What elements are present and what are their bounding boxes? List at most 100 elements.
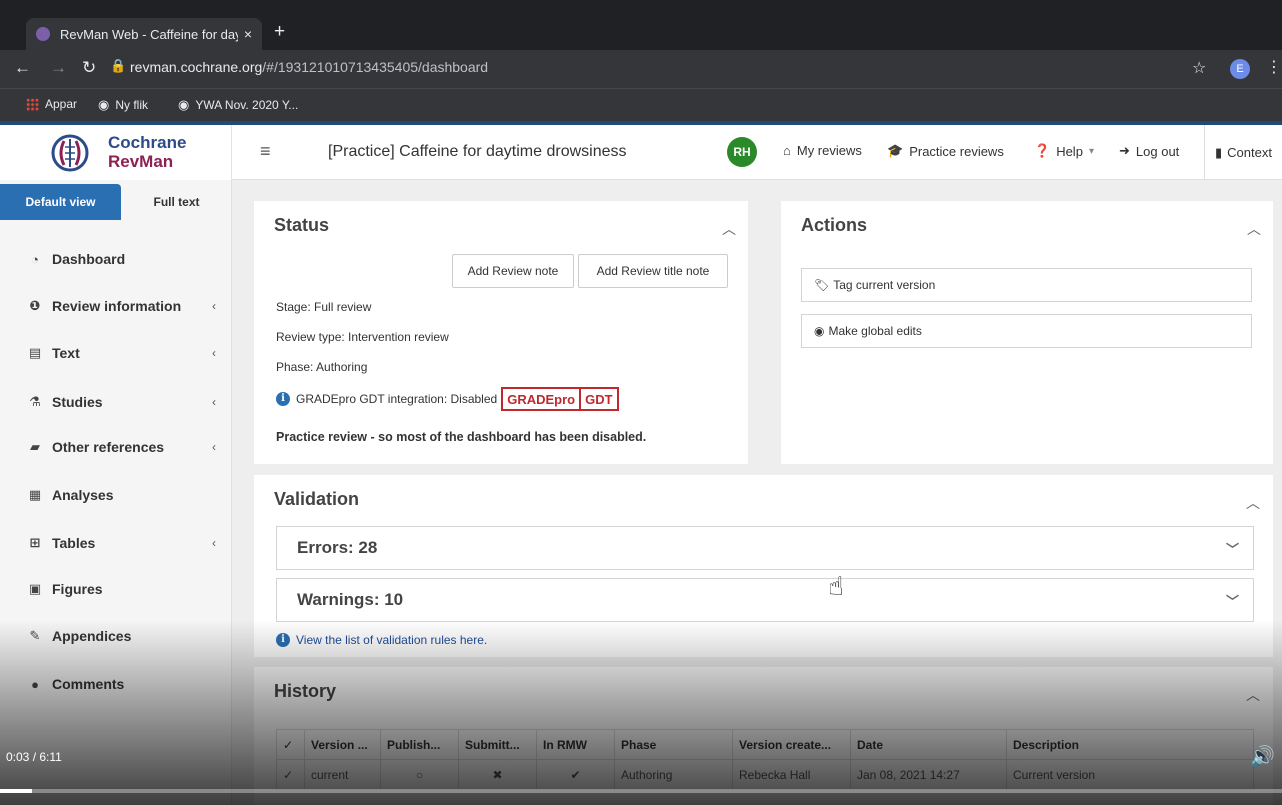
tab-full-text[interactable]: Full text (121, 184, 232, 220)
warnings-accordion[interactable]: Warnings: 10 ﹀ (276, 578, 1254, 622)
revman-favicon-icon (36, 27, 50, 41)
table-cell: Rebecka Hall (732, 759, 851, 790)
lock-icon: 🔒 (110, 58, 127, 73)
video-progress-bar[interactable] (0, 789, 1282, 793)
browser-chrome: RevMan Web - Caffeine for day × + ← → ↻ … (0, 0, 1282, 121)
sidebar-item-label: Comments (52, 676, 125, 692)
add-review-title-note-button[interactable]: Add Review title note (578, 254, 728, 288)
gradepro-text: GRADEpro GDT integration: Disabled (296, 392, 498, 406)
validation-rules-link[interactable]: i View the list of validation rules here… (276, 633, 487, 647)
help-dropdown[interactable]: ❓ Help ▾ (1034, 143, 1094, 159)
bookmark-new-tab[interactable]: ◉ Ny flik (98, 97, 148, 113)
hand-pointer-icon: ☝ (828, 571, 844, 601)
sidebar-item-comments[interactable]: ● Comments (0, 664, 232, 704)
column-header[interactable]: Submitt... (458, 729, 537, 760)
book-icon: ▰ (30, 439, 40, 454)
make-global-edits-button[interactable]: ◉ Make global edits (801, 314, 1252, 348)
history-title: History (274, 681, 337, 701)
chevron-left-icon: ‹ (212, 536, 216, 550)
collapse-status-icon[interactable]: ︿ (722, 219, 736, 239)
column-header[interactable]: In RMW (536, 729, 615, 760)
sidebar-item-figures[interactable]: ▣ Figures (0, 569, 232, 609)
collapse-validation-icon[interactable]: ︿ (1246, 493, 1260, 513)
bookmark-ywa[interactable]: ◉ YWA Nov. 2020 Y... (178, 97, 298, 113)
user-avatar[interactable]: RH (727, 137, 757, 167)
sidebar-item-dashboard[interactable]: ◔ Dashboard (0, 239, 232, 279)
errors-label: Errors: 28 (297, 538, 378, 557)
gradepro-gdt-logo[interactable]: GRADEpro GDT (501, 387, 619, 411)
table-row[interactable]: ✓ current ○ ✖ ✔ Authoring Rebecka Hall J… (276, 759, 1254, 790)
forward-arrow-icon[interactable]: → (50, 58, 67, 78)
apps-grid-icon (26, 97, 39, 111)
review-title: [Practice] Caffeine for daytime drowsine… (328, 143, 627, 160)
bookmark-label: YWA Nov. 2020 Y... (195, 98, 299, 112)
sidebar: Default view Full text ◔ Dashboard ❶ Rev… (0, 180, 232, 805)
practice-review-note: Practice review - so most of the dashboa… (276, 430, 647, 444)
logout-label: Log out (1135, 143, 1180, 159)
tab-title: RevMan Web - Caffeine for day (60, 26, 238, 42)
context-label: Context (1227, 145, 1272, 160)
cochrane-logo[interactable]: Cochrane RevMan (0, 125, 232, 180)
sidebar-item-text[interactable]: ▤ Text ‹ (0, 333, 232, 373)
column-header[interactable]: Date (850, 729, 1007, 760)
image-icon: ▣ (28, 581, 42, 596)
table-cell: Jan 08, 2021 14:27 (850, 759, 1007, 790)
context-button[interactable]: ▮ Context (1204, 125, 1282, 180)
status-title: Status (274, 215, 330, 235)
table-cell: Authoring (614, 759, 733, 790)
sidebar-item-other-references[interactable]: ▰ Other references ‹ (0, 427, 232, 467)
gradepro-badge-right: GDT (585, 391, 613, 407)
my-reviews-link[interactable]: ⌂ My reviews (783, 143, 862, 158)
globe-icon: ◉ (98, 97, 110, 112)
collapse-history-icon[interactable]: ︿ (1246, 685, 1260, 705)
column-header[interactable]: Description (1006, 729, 1254, 760)
video-progress-fill (0, 789, 33, 793)
add-review-note-button[interactable]: Add Review note (452, 254, 574, 288)
collapse-actions-icon[interactable]: ︿ (1247, 219, 1261, 239)
column-header[interactable]: Version ... (304, 729, 381, 760)
bookmark-label: Appar (45, 97, 78, 111)
sidebar-item-tables[interactable]: ⊞ Tables ‹ (0, 523, 232, 563)
global-edits-label: Make global edits (828, 324, 922, 338)
column-header[interactable]: Phase (614, 729, 733, 760)
bookmark-star-icon[interactable]: ☆ (1192, 58, 1206, 78)
sidebar-item-review-information[interactable]: ❶ Review information ‹ (0, 286, 232, 326)
reload-icon[interactable]: ↻ (82, 58, 96, 78)
browser-menu-icon[interactable]: ⋮ (1266, 57, 1282, 77)
tag-icon: 🏷 (814, 278, 830, 292)
browser-tab[interactable]: RevMan Web - Caffeine for day × (26, 18, 262, 50)
tag-current-version-button[interactable]: 🏷 Tag current version (801, 268, 1252, 302)
volume-icon[interactable]: 🔊 (1250, 744, 1275, 769)
sidebar-item-label: Studies (52, 394, 103, 410)
errors-accordion[interactable]: Errors: 28 ﹀ (276, 526, 1254, 570)
revman-app: Cochrane RevMan ≡ [Practice] Caffeine fo… (0, 125, 1282, 805)
column-header[interactable]: Publish... (380, 729, 459, 760)
back-arrow-icon[interactable]: ← (14, 58, 31, 78)
published-radio: ○ (380, 759, 459, 790)
tab-close-icon[interactable]: × (244, 26, 252, 42)
practice-reviews-link[interactable]: 🎓 Practice reviews (887, 143, 1004, 159)
address-bar[interactable]: revman.cochrane.org/#/193121010713435405… (130, 59, 488, 75)
logout-link[interactable]: ➜ Log out (1119, 143, 1179, 159)
sidebar-item-studies[interactable]: ⚗ Studies ‹ (0, 382, 232, 422)
tab-default-view[interactable]: Default view (0, 184, 121, 220)
video-time: 0:03 / 6:11 (6, 750, 62, 764)
new-tab-button[interactable]: + (274, 22, 285, 41)
chevron-left-icon: ‹ (212, 395, 216, 409)
select-all-checkbox[interactable]: ✓ (276, 729, 305, 760)
logo-wordmark: Cochrane RevMan (108, 133, 186, 171)
gradepro-badge-left: GRADEpro (507, 391, 576, 407)
table-header-row: ✓ Version ... Publish... Submitt... In R… (276, 729, 1254, 760)
row-checkbox[interactable]: ✓ (276, 759, 305, 790)
sidebar-item-label: Figures (52, 581, 103, 597)
sign-out-icon: ➜ (1119, 143, 1130, 158)
my-reviews-label: My reviews (796, 143, 862, 158)
hamburger-menu-icon[interactable]: ≡ (260, 141, 271, 162)
profile-avatar[interactable]: E (1230, 59, 1250, 79)
sidebar-item-appendices[interactable]: ✎ Appendices (0, 616, 232, 656)
bookmark-apps[interactable]: Appar (26, 97, 77, 111)
sidebar-item-analyses[interactable]: ▦ Analyses (0, 475, 232, 515)
column-header[interactable]: Version create... (732, 729, 851, 760)
sidebar-item-label: Review information (52, 298, 182, 314)
table-cell: Current version (1006, 759, 1254, 790)
